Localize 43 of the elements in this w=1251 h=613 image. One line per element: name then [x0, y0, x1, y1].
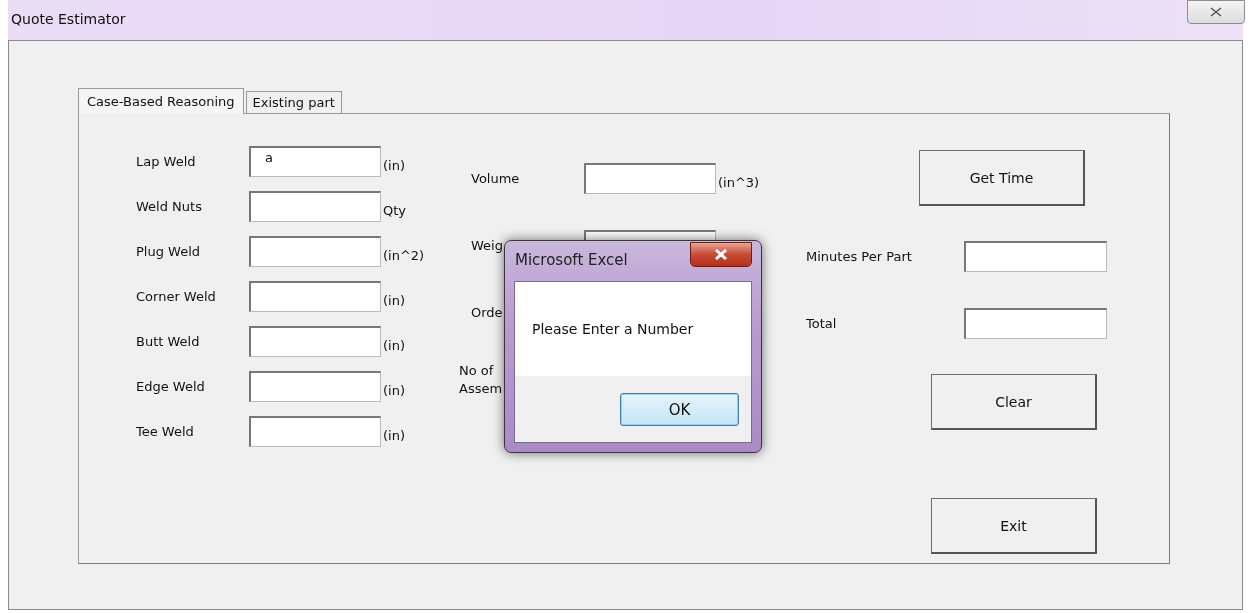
- input-field[interactable]: [964, 308, 1107, 339]
- dialog-message: Please Enter a Number: [532, 321, 694, 337]
- unit-label: (in): [383, 338, 405, 353]
- unit-label: (in): [383, 383, 405, 398]
- field-label: Weld Nuts: [136, 199, 203, 214]
- field-label: Lap Weld: [136, 154, 197, 169]
- input-field[interactable]: [249, 281, 381, 312]
- unit-label: (in): [383, 158, 405, 173]
- field-label: Edge Weld: [136, 379, 206, 394]
- input-field[interactable]: [249, 416, 381, 447]
- field-label: Minutes Per Part: [806, 249, 913, 264]
- field-label: Weig: [470, 236, 504, 255]
- field-label: No of Assem: [459, 361, 504, 398]
- input-field[interactable]: a: [249, 146, 381, 177]
- unit-label: (in^2): [383, 248, 425, 263]
- unit-label: (in): [383, 428, 405, 443]
- unit-label: (in^3): [718, 175, 760, 190]
- ok-button[interactable]: OK: [620, 393, 739, 426]
- input-field[interactable]: [249, 236, 381, 267]
- tab[interactable]: Existing part: [245, 91, 342, 113]
- exit-button[interactable]: Exit: [931, 498, 1097, 554]
- input-field[interactable]: [249, 371, 381, 402]
- field-label: Tee Weld: [136, 424, 195, 439]
- field-label: Orde: [470, 303, 504, 322]
- input-field[interactable]: [584, 163, 716, 194]
- tab[interactable]: Case-Based Reasoning: [78, 88, 244, 114]
- unit-label: Qty: [383, 203, 407, 218]
- input-field[interactable]: [249, 326, 381, 357]
- unit-label: (in): [383, 293, 405, 308]
- field-label: Plug Weld: [136, 244, 202, 259]
- input-field[interactable]: [249, 191, 381, 222]
- dialog-title: Microsoft Excel: [515, 251, 628, 269]
- close-icon: [1210, 7, 1222, 17]
- close-icon: [714, 249, 728, 260]
- field-label: Total: [806, 316, 838, 331]
- input-field[interactable]: [964, 241, 1107, 272]
- field-label: Butt Weld: [136, 334, 201, 349]
- get-time-button[interactable]: Get Time: [919, 150, 1085, 206]
- window-title: Quote Estimator: [11, 11, 126, 27]
- field-label: Corner Weld: [136, 289, 217, 304]
- clear-button[interactable]: Clear: [931, 374, 1097, 430]
- close-button[interactable]: [690, 242, 752, 267]
- field-label: Volume: [470, 169, 521, 188]
